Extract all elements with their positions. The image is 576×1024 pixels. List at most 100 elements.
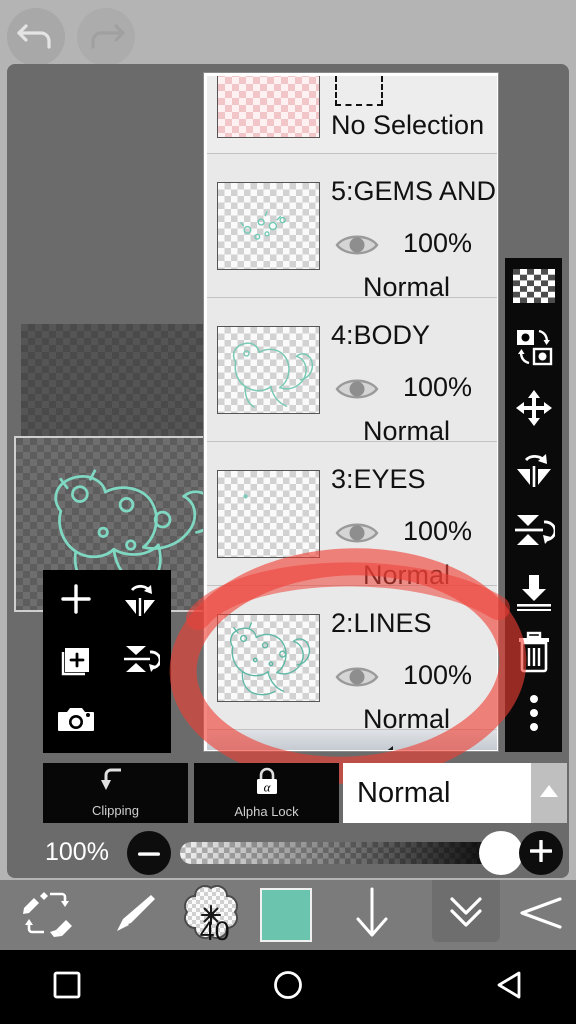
layer-opacity: 100% — [403, 228, 473, 258]
selection-row[interactable]: No Selection — [207, 76, 497, 154]
add-layer-button[interactable] — [45, 572, 107, 630]
opacity-increase-button[interactable] — [519, 831, 563, 875]
trash-icon — [516, 631, 552, 678]
flip-horizontal-button[interactable] — [109, 572, 171, 630]
swap-layers-button[interactable] — [505, 319, 562, 380]
opacity-decrease-button[interactable] — [127, 831, 171, 875]
triangle-left-icon — [495, 970, 523, 1005]
merge-down-icon — [514, 571, 554, 616]
layer-row[interactable]: 2:LINES 100% Normal — [207, 586, 497, 734]
layer-row[interactable]: 5:GEMS AND 100% Normal — [207, 154, 497, 302]
flip-vertical-button[interactable] — [109, 632, 171, 690]
more-vertical-icon — [528, 693, 540, 738]
minus-icon — [138, 844, 160, 862]
back-button[interactable] — [500, 880, 576, 950]
merge-down-button[interactable] — [505, 563, 562, 624]
flip-horizontal-icon — [513, 449, 555, 494]
collapse-panel-button[interactable] — [432, 880, 500, 942]
triangle-up-icon — [538, 782, 560, 805]
selection-marquee-icon — [335, 76, 383, 106]
brush-size-button[interactable]: 40 — [174, 880, 248, 950]
circle-icon — [273, 970, 303, 1005]
alpha-lock-icon: α — [252, 767, 282, 802]
bottom-toolbar: 40 — [0, 880, 576, 950]
plus-icon — [529, 838, 553, 867]
square-icon — [53, 971, 81, 1004]
layers-scroll-area[interactable]: No Selection 5:GEMS AND 100% Normal 4:BO… — [207, 76, 497, 750]
blend-mode-expand-button[interactable] — [531, 763, 567, 823]
selection-thumbnail — [217, 76, 320, 138]
flip-horizontal-button-right[interactable] — [505, 441, 562, 502]
duplicate-layer-button[interactable] — [45, 632, 107, 690]
eye-icon[interactable] — [335, 662, 379, 692]
opacity-value-label: 100% — [45, 838, 109, 866]
layer-thumbnail — [217, 470, 320, 558]
arrow-left-icon — [512, 891, 564, 940]
swap-layers-icon — [513, 327, 555, 372]
layer-controls-bar: Clipping α Alpha Lock Normal 100% — [7, 760, 569, 878]
opacity-slider-thumb[interactable] — [479, 831, 523, 875]
eye-icon[interactable] — [335, 518, 379, 548]
paintbrush-icon — [111, 889, 159, 942]
opacity-slider-track[interactable] — [180, 842, 510, 864]
right-tool-column — [505, 258, 562, 752]
brush-eraser-swap-icon — [20, 888, 76, 943]
recents-button[interactable] — [22, 950, 112, 1024]
layer-row-partial[interactable] — [207, 730, 497, 750]
color-swatch[interactable] — [260, 888, 312, 942]
alpha-lock-label: Alpha Lock — [234, 804, 299, 819]
delete-layer-button[interactable] — [505, 624, 562, 685]
brush-size-value: 40 — [199, 916, 230, 947]
layer-opacity: 100% — [403, 372, 473, 402]
flip-vertical-icon — [120, 640, 162, 683]
brush-size-preview: 40 — [180, 884, 242, 946]
layer-opacity: 100% — [403, 660, 473, 690]
double-chevron-down-icon — [444, 887, 488, 936]
layer-name: 5:GEMS AND — [331, 176, 497, 206]
partial-layer-marker — [377, 746, 393, 750]
duplicate-layer-icon — [57, 640, 95, 683]
transparency-button[interactable] — [505, 258, 562, 319]
layer-thumbnail — [217, 182, 320, 270]
opacity-row: 100% — [7, 828, 569, 878]
plus-icon — [59, 582, 93, 621]
brush-eraser-swap-button[interactable] — [0, 880, 96, 950]
layer-row[interactable]: 4:BODY 100% Normal — [207, 298, 497, 446]
eye-icon[interactable] — [335, 374, 379, 404]
layer-thumbnail — [217, 326, 320, 414]
home-button[interactable] — [243, 950, 333, 1024]
brush-button[interactable] — [96, 880, 174, 950]
svg-text:α: α — [263, 780, 271, 795]
clipping-button[interactable]: Clipping — [43, 763, 188, 823]
eye-icon[interactable] — [335, 230, 379, 260]
top-bar — [0, 0, 576, 66]
layer-row[interactable]: 3:EYES 100% Normal — [207, 442, 497, 590]
android-navigation-bar — [0, 950, 576, 1024]
layer-opacity: 100% — [403, 516, 473, 546]
move-layer-button[interactable] — [505, 380, 562, 441]
flip-vertical-button-right[interactable] — [505, 502, 562, 563]
move-arrows-icon — [514, 388, 554, 433]
move-down-button[interactable] — [324, 880, 420, 950]
layers-panel[interactable]: No Selection 5:GEMS AND 100% Normal 4:BO… — [203, 72, 499, 752]
layer-thumbnail — [217, 614, 320, 702]
alpha-lock-button[interactable]: α Alpha Lock — [194, 763, 339, 823]
color-button[interactable] — [248, 880, 324, 950]
layer-name: 3:EYES — [331, 464, 426, 494]
flip-horizontal-icon — [120, 580, 160, 623]
more-options-button[interactable] — [505, 685, 562, 746]
camera-button[interactable] — [45, 692, 107, 750]
redo-button[interactable] — [77, 8, 135, 66]
layer-name: 2:LINES — [331, 608, 432, 638]
selection-label: No Selection — [331, 110, 485, 140]
undo-button[interactable] — [7, 8, 65, 66]
back-nav-button[interactable] — [464, 950, 554, 1024]
camera-icon — [56, 703, 96, 740]
left-floating-toolbar — [43, 570, 171, 753]
blend-mode-select[interactable]: Normal — [343, 763, 531, 823]
flip-vertical-icon — [513, 510, 556, 555]
layer-name: 4:BODY — [331, 320, 431, 350]
checkerboard-icon — [512, 269, 555, 308]
clipping-arrow-icon — [100, 768, 131, 801]
arrow-down-icon — [352, 887, 392, 944]
